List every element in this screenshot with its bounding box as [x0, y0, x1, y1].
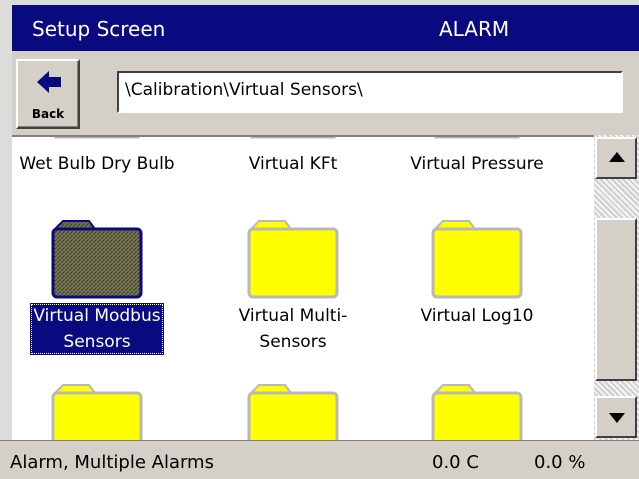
screen-title: Setup Screen	[32, 17, 166, 41]
folder-item-virtual-multi-sensors[interactable]: Virtual Multi- Sensors	[208, 215, 378, 355]
folder-icon	[51, 384, 143, 440]
folder-icon	[431, 220, 523, 299]
scroll-up-arrow-icon	[609, 152, 625, 162]
folder-label: Wet Bulb Dry Bulb	[19, 154, 175, 174]
scroll-thumb[interactable]	[595, 218, 637, 381]
folder-item-virtual-kft[interactable]: Virtual KFt	[208, 151, 378, 177]
scroll-down-arrow-icon	[609, 413, 625, 423]
folder-label: Virtual Modbus Sensors	[30, 303, 164, 355]
folder-icon	[250, 137, 336, 139]
scroll-down-button[interactable]	[595, 396, 637, 438]
folder-label: Virtual Pressure	[410, 154, 544, 174]
folder-label: Virtual KFt	[248, 154, 338, 174]
vertical-scrollbar[interactable]	[594, 135, 639, 440]
status-bar: Alarm, Multiple Alarms 0.0 C 0.0 %	[0, 440, 639, 479]
folder-item-virtual-log10[interactable]: Virtual Log10	[392, 215, 562, 329]
window-frame-left	[0, 0, 12, 479]
folder-icon	[247, 220, 339, 299]
folder-item-wet-bulb-dry-bulb[interactable]: Wet Bulb Dry Bulb	[12, 151, 182, 177]
folder-icon	[247, 384, 339, 440]
folder-icon	[434, 137, 520, 139]
temperature-readout: 0.0 C	[432, 452, 479, 473]
scroll-up-button[interactable]	[595, 137, 637, 179]
alarm-status-message: Alarm, Multiple Alarms	[10, 452, 214, 473]
title-bar: Setup Screen ALARM	[12, 5, 639, 51]
folder-icon	[54, 137, 140, 139]
folder-item-virtual-modbus-sensors[interactable]: Virtual Modbus Sensors	[12, 215, 182, 355]
back-button-label: Back	[31, 107, 65, 121]
alarm-indicator: ALARM	[439, 17, 510, 41]
folder-icon	[431, 384, 523, 440]
percent-readout: 0.0 %	[534, 452, 586, 473]
back-button[interactable]: Back	[16, 59, 80, 129]
folder-item-virtual-pressure[interactable]: Virtual Pressure	[392, 151, 562, 177]
left-arrow-icon	[37, 71, 61, 93]
folder-browser: Wet Bulb Dry Bulb Virtual KFt Virtual Pr…	[12, 135, 594, 440]
folder-label: Virtual Log10	[420, 306, 534, 326]
toolbar: Back \Calibration\Virtual Sensors\	[12, 51, 639, 135]
folder-label: Virtual Multi- Sensors	[238, 306, 348, 352]
folder-icon	[51, 220, 143, 299]
path-field[interactable]: \Calibration\Virtual Sensors\	[117, 71, 623, 113]
